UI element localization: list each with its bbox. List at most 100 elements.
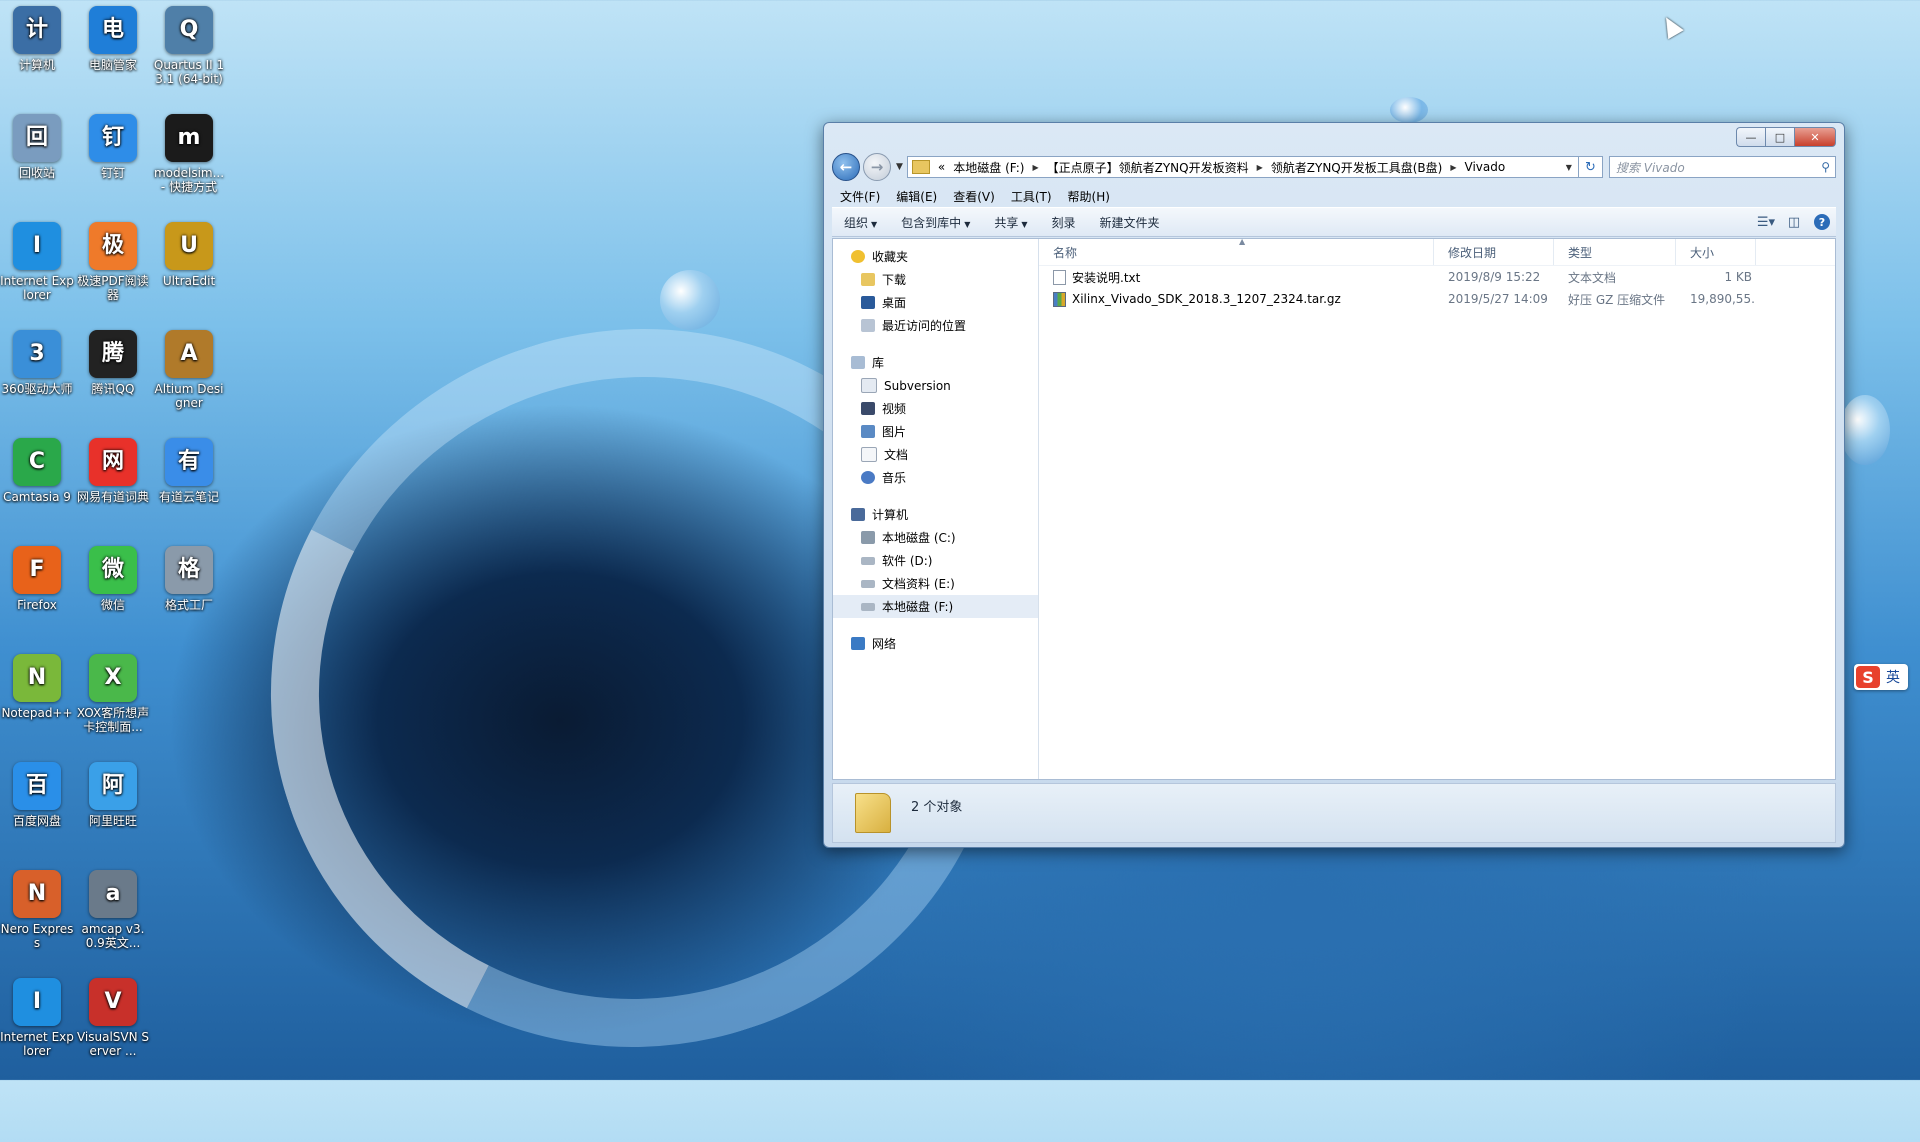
desktop-shortcut[interactable]: A Altium Designer xyxy=(152,330,226,410)
desktop-shortcut[interactable]: F Firefox xyxy=(0,546,74,612)
nav-label: 计算机 xyxy=(872,508,909,522)
desktop-shortcut[interactable]: 阿阿里旺旺 xyxy=(76,762,150,828)
column-name[interactable]: 名称 xyxy=(1039,239,1434,265)
back-button[interactable]: ← xyxy=(832,153,860,181)
menu-help[interactable]: 帮助(H) xyxy=(1060,188,1118,205)
nav-label: 本地磁盘 (C:) xyxy=(882,531,956,545)
desktop-shortcut[interactable]: Q Quartus II 13.1 (64-bit) xyxy=(152,6,226,86)
nav-network[interactable]: 网络 xyxy=(833,632,1038,655)
maximize-button[interactable]: □ xyxy=(1765,127,1794,147)
desktop-shortcut[interactable]: I Internet Explorer xyxy=(0,222,74,302)
nav-pictures[interactable]: 图片 xyxy=(833,420,1038,443)
desktop-shortcut[interactable]: 格格式工厂 xyxy=(152,546,226,612)
breadcrumb-drive-f[interactable]: 本地磁盘 (F:) xyxy=(953,159,1024,176)
nav-label: 音乐 xyxy=(882,471,907,485)
column-headers: ▲ 名称 修改日期 类型 大小 xyxy=(1039,237,1835,266)
column-type[interactable]: 类型 xyxy=(1554,239,1676,265)
breadcrumb-tools-disk[interactable]: 领航者ZYNQ开发板工具盘(B盘) xyxy=(1271,159,1443,176)
desktop-shortcut[interactable]: m modelsim... - 快捷方式 xyxy=(152,114,226,194)
chevron-right-icon[interactable]: ▶ xyxy=(1257,163,1263,172)
desktop-shortcut[interactable]: N Nero Express xyxy=(0,870,74,950)
nav-drive-f[interactable]: 本地磁盘 (F:) xyxy=(833,595,1038,618)
menu-edit[interactable]: 编辑(E) xyxy=(888,188,945,205)
nav-subversion[interactable]: Subversion xyxy=(833,374,1038,397)
chevron-down-icon: ▼ xyxy=(964,219,971,229)
menu-view[interactable]: 查看(V) xyxy=(945,188,1003,205)
menu-file[interactable]: 文件(F) xyxy=(832,188,888,205)
music-icon xyxy=(861,471,875,484)
menu-tools[interactable]: 工具(T) xyxy=(1003,188,1060,205)
wechat-icon: 微 xyxy=(89,546,137,594)
file-name-cell: Xilinx_Vivado_SDK_2018.3_1207_2324.tar.g… xyxy=(1039,291,1434,307)
burn-button[interactable]: 刻录 xyxy=(1040,214,1088,231)
desktop-shortcut[interactable]: 网网易有道词典 xyxy=(76,438,150,504)
nav-drive-c[interactable]: 本地磁盘 (C:) xyxy=(833,526,1038,549)
text-file-icon xyxy=(1053,269,1066,285)
desktop-shortcut[interactable]: 极极速PDF阅读器 xyxy=(76,222,150,302)
preview-pane-icon[interactable]: ◫ xyxy=(1780,215,1808,230)
desktop-shortcut[interactable]: 回回收站 xyxy=(0,114,74,180)
desktop-shortcut[interactable]: 电电脑管家 xyxy=(76,6,150,72)
window-controls: — □ ✕ xyxy=(1736,127,1836,147)
recent-pages-dropdown[interactable]: ▼ xyxy=(896,162,903,172)
nav-downloads[interactable]: 下载 xyxy=(833,268,1038,291)
nav-music[interactable]: 音乐 xyxy=(833,466,1038,489)
desktop-shortcut-label: 网易有道词典 xyxy=(76,490,149,504)
search-icon[interactable]: ⚲ xyxy=(1821,160,1830,174)
desktop-shortcut[interactable]: 微微信 xyxy=(76,546,150,612)
desktop-shortcut[interactable]: V VisualSVN Server ... xyxy=(76,978,150,1058)
mouse-cursor-icon xyxy=(1658,12,1684,40)
breadcrumb-vivado[interactable]: Vivado xyxy=(1465,160,1506,174)
nav-libraries[interactable]: 库 xyxy=(833,351,1038,374)
forward-button[interactable]: → xyxy=(863,153,891,181)
nav-drive-e[interactable]: 文档资料 (E:) xyxy=(833,572,1038,595)
nav-documents[interactable]: 文档 xyxy=(833,443,1038,466)
organize-button[interactable]: 组织 ▼ xyxy=(832,214,889,231)
breadcrumb-overflow[interactable]: « xyxy=(938,160,945,174)
desktop-shortcut[interactable]: U UltraEdit xyxy=(152,222,226,288)
nav-favorites[interactable]: 收藏夹 xyxy=(833,245,1038,268)
wallpaper-droplet xyxy=(1390,97,1428,123)
desktop-shortcut[interactable]: a amcap v3.0.9英文... xyxy=(76,870,150,950)
help-button[interactable]: ? xyxy=(1808,214,1836,230)
desktop-shortcut[interactable]: 百百度网盘 xyxy=(0,762,74,828)
view-options-icon[interactable]: ☰▾ xyxy=(1752,215,1780,230)
desktop-shortcut[interactable]: 有有道云笔记 xyxy=(152,438,226,504)
desktop-shortcut[interactable]: 钉钉钉 xyxy=(76,114,150,180)
desktop-shortcut[interactable]: C Camtasia 9 xyxy=(0,438,74,504)
desktop-shortcut-label: 极速PDF阅读器 xyxy=(77,274,149,302)
desktop-shortcut[interactable]: 腾腾讯QQ xyxy=(76,330,150,396)
refresh-button[interactable]: ↻ xyxy=(1578,156,1603,178)
ime-toolbar[interactable]: S 英 xyxy=(1854,664,1908,690)
chevron-down-icon[interactable]: ▼ xyxy=(1566,163,1572,172)
desktop-shortcut-label: modelsim... - 快捷方式 xyxy=(153,166,225,194)
file-row[interactable]: Xilinx_Vivado_SDK_2018.3_1207_2324.tar.g… xyxy=(1039,288,1835,310)
column-date[interactable]: 修改日期 xyxy=(1434,239,1554,265)
minimize-button[interactable]: — xyxy=(1736,127,1765,147)
nav-desktop[interactable]: 桌面 xyxy=(833,291,1038,314)
address-bar[interactable]: « 本地磁盘 (F:) ▶ 【正点原子】领航者ZYNQ开发板资料 ▶ 领航者ZY… xyxy=(906,156,1579,178)
nav-drive-d[interactable]: 软件 (D:) xyxy=(833,549,1038,572)
new-folder-button[interactable]: 新建文件夹 xyxy=(1088,214,1172,231)
nav-videos[interactable]: 视频 xyxy=(833,397,1038,420)
include-in-library-button[interactable]: 包含到库中 ▼ xyxy=(889,214,982,231)
modelsim-icon: m xyxy=(165,114,213,162)
desktop-shortcut[interactable]: I Internet Explorer xyxy=(0,978,74,1058)
desktop-shortcut[interactable]: N Notepad++ xyxy=(0,654,74,720)
ime-mode-label[interactable]: 英 xyxy=(1886,667,1900,687)
desktop-shortcut[interactable]: 计计算机 xyxy=(0,6,74,72)
drive-icon xyxy=(861,579,875,588)
column-size[interactable]: 大小 xyxy=(1676,239,1756,265)
nav-computer[interactable]: 计算机 xyxy=(833,503,1038,526)
desktop-shortcut-label: 腾讯QQ xyxy=(91,382,135,396)
breadcrumb-zynq-docs[interactable]: 【正点原子】领航者ZYNQ开发板资料 xyxy=(1047,159,1249,176)
desktop-shortcut[interactable]: 3 360驱动大师 xyxy=(0,330,74,396)
file-row[interactable]: 安装说明.txt 2019/8/9 15:22 文本文档 1 KB xyxy=(1039,266,1835,288)
chevron-right-icon[interactable]: ▶ xyxy=(1450,163,1456,172)
desktop-shortcut[interactable]: X XOX客所想声卡控制面... xyxy=(76,654,150,734)
close-button[interactable]: ✕ xyxy=(1794,127,1836,147)
chevron-right-icon[interactable]: ▶ xyxy=(1032,163,1038,172)
nav-recent-places[interactable]: 最近访问的位置 xyxy=(833,314,1038,337)
share-button[interactable]: 共享 ▼ xyxy=(982,214,1039,231)
search-input[interactable]: 搜索 Vivado ⚲ xyxy=(1608,156,1836,178)
